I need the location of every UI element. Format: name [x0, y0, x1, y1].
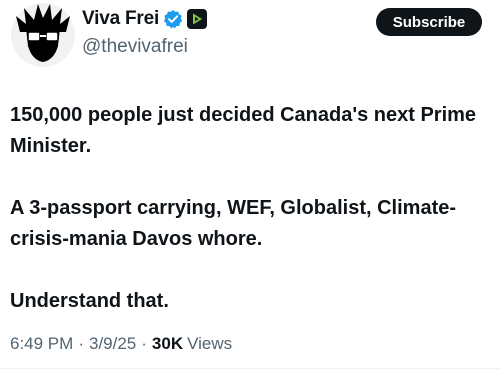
- tweet-text-line: 150,000 people just decided Canada's nex…: [10, 104, 477, 157]
- subscribe-button[interactable]: Subscribe: [376, 8, 482, 36]
- divider: [0, 368, 500, 369]
- author-name-row: Viva Frei: [82, 8, 208, 30]
- rumble-logo-icon[interactable]: [187, 9, 208, 29]
- author-handle[interactable]: @thevivafrei: [82, 36, 188, 58]
- avatar[interactable]: [10, 2, 76, 68]
- views-label: Views: [187, 334, 233, 353]
- verified-badge-icon[interactable]: [163, 9, 183, 29]
- meta-separator: ·: [141, 334, 147, 353]
- tweet-text-line: Understand that.: [10, 290, 169, 312]
- tweet-text-line: A 3-passport carrying, WEF, Globalist, C…: [10, 197, 457, 250]
- tweet-date[interactable]: 3/9/25: [89, 334, 136, 354]
- tweet-meta: 6:49 PM · 3/9/25 · 30K Views: [10, 334, 232, 354]
- tweet-text: 150,000 people just decided Canada's nex…: [10, 100, 490, 317]
- author-display-name[interactable]: Viva Frei: [82, 8, 159, 30]
- meta-separator: ·: [78, 334, 84, 353]
- views-count[interactable]: 30K: [152, 334, 183, 354]
- tweet-time[interactable]: 6:49 PM: [10, 334, 73, 354]
